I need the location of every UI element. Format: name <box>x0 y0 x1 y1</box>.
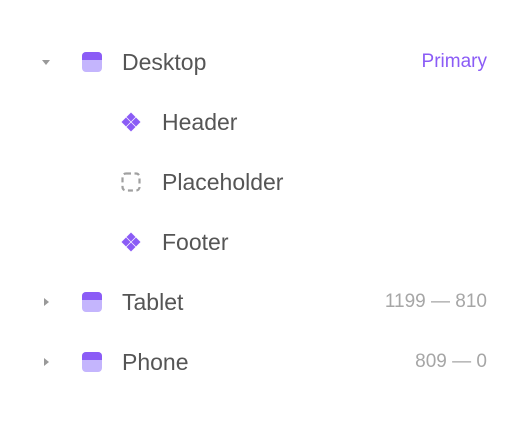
primary-badge: Primary <box>421 51 487 72</box>
placeholder-icon <box>121 172 141 192</box>
tree-item-header[interactable]: Header <box>0 92 520 152</box>
tree-item-label: Placeholder <box>162 169 284 195</box>
breakpoint-icon <box>82 352 102 372</box>
tree-item-label: Header <box>162 109 238 135</box>
breakpoint-range: 1199 — 810 <box>384 291 487 312</box>
chevron-down-icon[interactable] <box>40 56 52 68</box>
chevron-right-icon[interactable] <box>40 296 52 308</box>
tree-item-phone[interactable]: Phone 809 — 0 <box>0 332 520 392</box>
tree-item-label: Desktop <box>122 49 207 75</box>
chevron-right-icon[interactable] <box>40 356 52 368</box>
component-icon <box>121 232 141 252</box>
breakpoint-range: 809 — 0 <box>415 351 487 372</box>
breakpoint-icon <box>82 52 102 72</box>
tree-item-label: Phone <box>122 349 189 375</box>
tree-item-desktop[interactable]: Desktop Primary <box>0 32 520 92</box>
layers-tree: Desktop Primary Header Placeholder Foote… <box>0 0 520 448</box>
tree-item-label: Footer <box>162 229 229 255</box>
tree-item-label: Tablet <box>122 289 184 315</box>
tree-item-placeholder[interactable]: Placeholder <box>0 152 520 212</box>
tree-item-footer[interactable]: Footer <box>0 212 520 272</box>
tree-item-tablet[interactable]: Tablet 1199 — 810 <box>0 272 520 332</box>
breakpoint-icon <box>82 292 102 312</box>
component-icon <box>121 112 141 132</box>
